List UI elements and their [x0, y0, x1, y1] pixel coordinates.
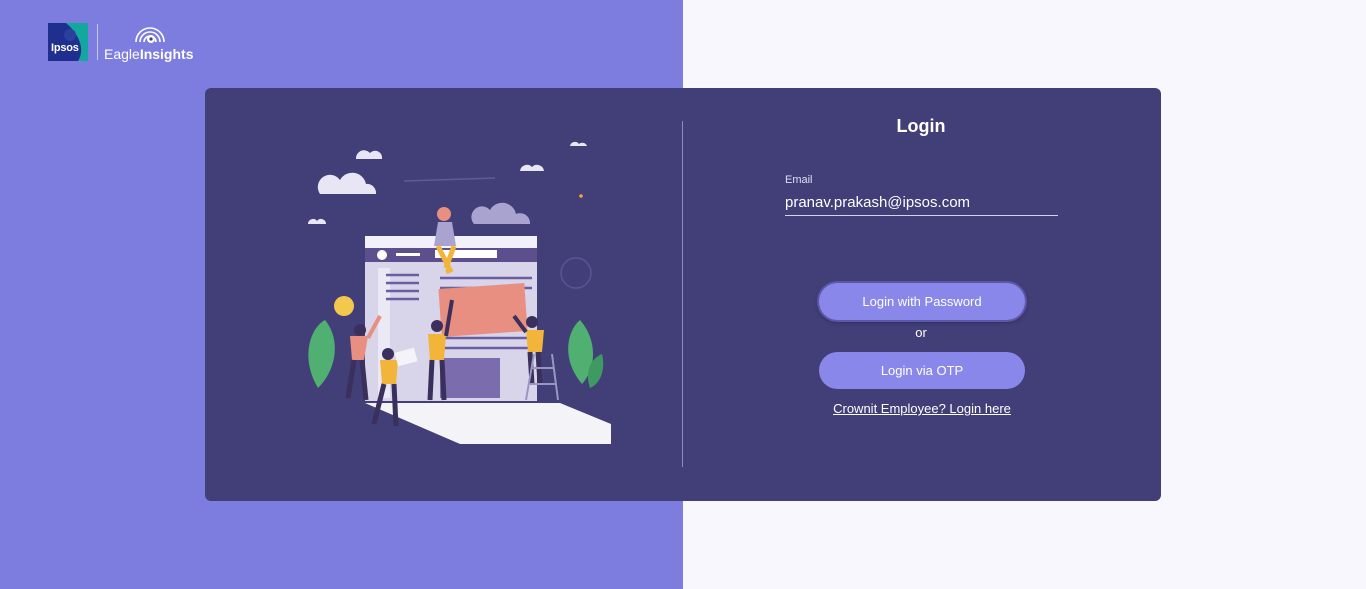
team-website-illustration — [308, 141, 611, 444]
header-logo: Ipsos EagleInsights — [48, 22, 208, 62]
logo-divider — [97, 24, 98, 60]
login-via-otp-button[interactable]: Login via OTP — [819, 352, 1025, 389]
or-separator: or — [915, 325, 927, 340]
crownit-employee-login-link[interactable]: Crownit Employee? Login here — [821, 401, 1023, 416]
card-divider — [682, 121, 683, 467]
eagle-signal-icon — [135, 27, 165, 43]
eagle-insights-wordmark: EagleInsights — [104, 46, 193, 62]
wordmark-bold: Insights — [139, 46, 194, 62]
email-input[interactable] — [785, 189, 1058, 216]
login-with-password-button[interactable]: Login with Password — [819, 283, 1025, 320]
wordmark-light: Eagle — [104, 46, 140, 62]
login-card: Login Email Login with Password or Login… — [205, 88, 1161, 501]
ipsos-logo-text: Ipsos — [51, 42, 79, 54]
email-label: Email — [785, 174, 813, 186]
login-title: Login — [896, 116, 946, 136]
